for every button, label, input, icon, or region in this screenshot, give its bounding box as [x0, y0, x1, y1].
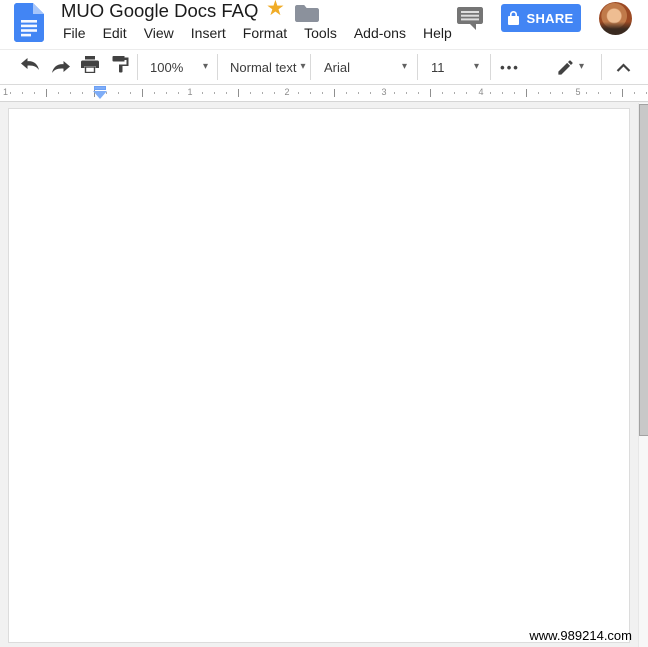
- vertical-scrollbar-thumb[interactable]: [639, 104, 648, 436]
- ruler-number: 2: [282, 87, 292, 97]
- left-indent-icon[interactable]: [93, 91, 107, 99]
- user-avatar[interactable]: [599, 2, 632, 35]
- toolbar-separator: [137, 54, 138, 80]
- font-size-value: 11: [431, 59, 445, 75]
- chevron-up-icon: [616, 62, 631, 72]
- caret-down-icon: ▾: [473, 61, 479, 72]
- comments-button[interactable]: [457, 6, 487, 32]
- redo-icon: [51, 60, 70, 75]
- hide-menus-button[interactable]: [605, 54, 641, 80]
- toolbar-separator: [601, 54, 602, 80]
- paint-roller-icon: [112, 56, 129, 78]
- first-line-indent-icon[interactable]: [94, 86, 106, 90]
- vertical-scrollbar-track[interactable]: [638, 103, 648, 647]
- menu-format[interactable]: Format: [241, 24, 289, 42]
- folder-icon[interactable]: [295, 4, 319, 22]
- print-icon: [81, 56, 99, 78]
- header-bar: MUO Google Docs FAQ ★ File Edit View Ins…: [0, 0, 648, 50]
- menu-bar: File Edit View Insert Format Tools Add-o…: [61, 24, 454, 42]
- caret-down-icon: ▾: [401, 61, 407, 72]
- ruler-number: 1: [185, 87, 195, 97]
- caret-down-icon: ▾: [579, 61, 585, 72]
- toolbar-separator: [490, 54, 491, 80]
- indent-marker[interactable]: [93, 86, 107, 99]
- menu-file[interactable]: File: [61, 24, 88, 42]
- zoom-value: 100%: [150, 59, 184, 75]
- ruler-number: 5: [573, 87, 583, 97]
- ruler-number: 4: [476, 87, 486, 97]
- comment-icon: [457, 7, 484, 35]
- more-options-icon: •••: [500, 59, 520, 75]
- print-button[interactable]: [76, 54, 104, 80]
- ruler-number: 3: [379, 87, 389, 97]
- toolbar-separator: [217, 54, 218, 80]
- font-family-value: Arial: [324, 59, 351, 75]
- menu-addons[interactable]: Add-ons: [352, 24, 408, 42]
- caret-down-icon: ▾: [202, 61, 208, 72]
- ruler-major-ticks: [46, 89, 648, 97]
- toolbar-separator: [310, 54, 311, 80]
- toolbar-separator: [417, 54, 418, 80]
- document-title[interactable]: MUO Google Docs FAQ: [61, 0, 258, 22]
- editing-mode-dropdown[interactable]: ▾: [548, 50, 598, 84]
- font-family-dropdown[interactable]: Arial ▾: [314, 50, 415, 84]
- more-options-button[interactable]: •••: [493, 54, 527, 80]
- zoom-dropdown[interactable]: 100% ▾: [140, 50, 216, 84]
- document-canvas-area: www.989214.com: [0, 102, 648, 647]
- paint-format-button[interactable]: [106, 54, 134, 80]
- ruler-number: 1: [1, 87, 11, 97]
- paragraph-style-dropdown[interactable]: Normal text ▾: [220, 50, 308, 84]
- menu-view[interactable]: View: [142, 24, 176, 42]
- redo-button[interactable]: [46, 54, 74, 80]
- pencil-icon: [548, 58, 575, 77]
- share-button[interactable]: SHARE: [501, 4, 581, 32]
- document-page[interactable]: [8, 108, 630, 643]
- paragraph-style-value: Normal text: [230, 59, 297, 75]
- undo-icon: [20, 57, 40, 77]
- menu-insert[interactable]: Insert: [189, 24, 228, 42]
- watermark-text: www.989214.com: [529, 628, 632, 643]
- toolbar: 100% ▾ Normal text ▾ Arial ▾ 11 ▾ ••• ▾: [0, 50, 648, 85]
- font-size-dropdown[interactable]: 11 ▾: [421, 50, 487, 84]
- lock-icon: [508, 11, 520, 25]
- menu-help[interactable]: Help: [421, 24, 454, 42]
- google-docs-logo-icon[interactable]: [14, 3, 44, 42]
- menu-edit[interactable]: Edit: [101, 24, 129, 42]
- share-button-label: SHARE: [526, 10, 574, 26]
- undo-button[interactable]: [16, 54, 44, 80]
- menu-tools[interactable]: Tools: [302, 24, 339, 42]
- ruler: 1 1 2 3 4 5: [0, 85, 648, 102]
- star-icon[interactable]: ★: [266, 0, 285, 21]
